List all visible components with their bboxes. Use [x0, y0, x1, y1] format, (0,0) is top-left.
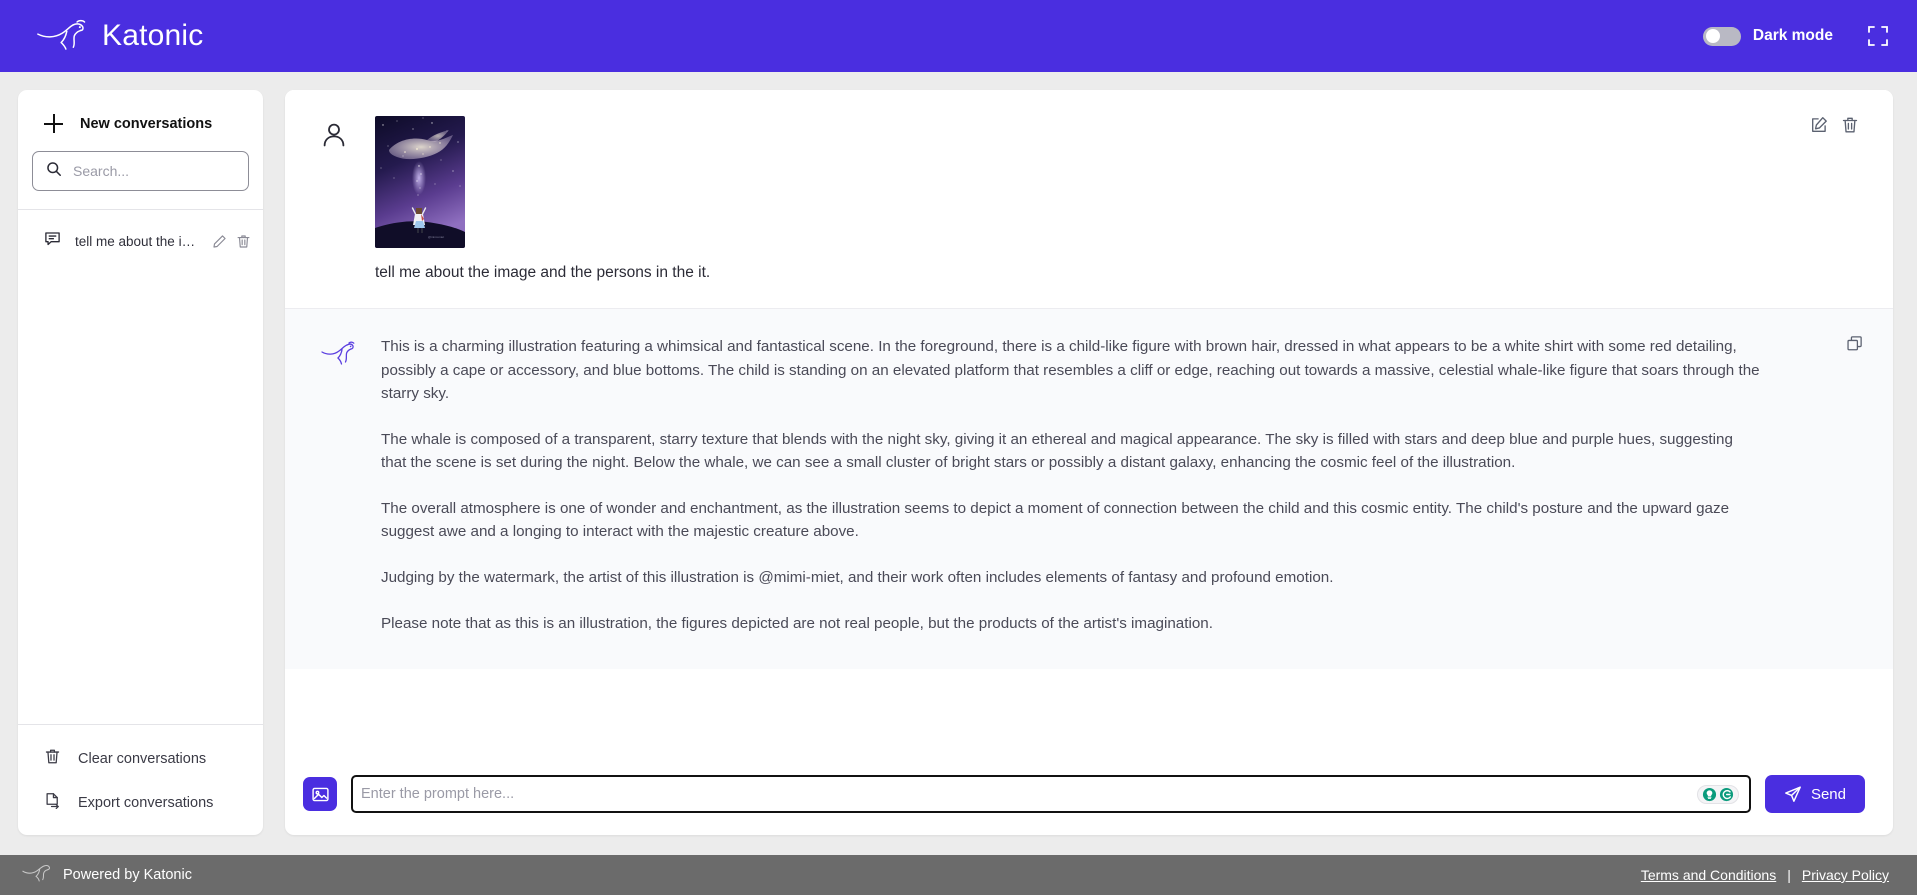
attached-image[interactable]: @mimi-miet [375, 116, 465, 248]
app-footer: Powered by Katonic Terms and Conditions … [0, 855, 1917, 895]
file-export-icon [44, 792, 61, 814]
new-conversation-button[interactable]: New conversations [18, 90, 263, 151]
brand-name: Katonic [102, 19, 204, 52]
footer-separator: | [1787, 867, 1791, 883]
export-conversations-button[interactable]: Export conversations [18, 781, 263, 825]
paper-plane-icon [1785, 786, 1801, 802]
edit-icon[interactable] [1810, 116, 1828, 134]
send-label: Send [1810, 785, 1846, 803]
trash-icon [44, 748, 61, 770]
sidebar: New conversations Search... tell me abou… [18, 90, 263, 835]
user-message-actions [1810, 116, 1859, 134]
composer: Send [285, 761, 1893, 835]
search-icon [46, 161, 62, 182]
prompt-input[interactable] [359, 786, 1697, 802]
user-message: @mimi-miet tell me about the image and t… [285, 90, 1893, 309]
fullscreen-expand-icon[interactable] [1867, 25, 1889, 47]
body-area: New conversations Search... tell me abou… [0, 72, 1917, 855]
katonic-kangaroo-icon [321, 335, 355, 639]
kangaroo-logo-icon [22, 864, 52, 887]
assistant-message-body: This is a charming illustration featurin… [381, 335, 1761, 639]
chat-bubble-icon [44, 230, 61, 252]
search-box[interactable] [32, 151, 249, 191]
user-avatar-icon [321, 116, 347, 282]
toggle-knob [1705, 29, 1720, 43]
assistant-paragraph: The whale is composed of a transparent, … [381, 430, 1733, 472]
assistant-paragraph: The overall atmosphere is one of wonder … [381, 499, 1730, 541]
export-conversations-label: Export conversations [78, 795, 214, 811]
grammarly-g-icon[interactable] [1719, 787, 1734, 802]
assistant-message: This is a charming illustration featurin… [285, 309, 1893, 669]
writing-assistant-badges[interactable] [1696, 784, 1739, 804]
new-conversation-label: New conversations [80, 115, 213, 132]
trash-icon[interactable] [1841, 116, 1859, 134]
prompt-box[interactable] [351, 775, 1751, 813]
app-root: Katonic Dark mode New conversations Sear… [0, 0, 1917, 895]
copy-icon[interactable] [1846, 335, 1863, 357]
assistant-paragraph: Judging by the watermark, the artist of … [381, 568, 1334, 586]
privacy-policy-link[interactable]: Privacy Policy [1802, 867, 1889, 883]
footer-links: Terms and Conditions | Privacy Policy [1641, 867, 1889, 883]
send-button[interactable]: Send [1764, 775, 1865, 813]
sidebar-footer: Clear conversations Export conversations [18, 724, 263, 831]
clear-conversations-label: Clear conversations [78, 751, 207, 767]
kangaroo-logo-icon [36, 19, 92, 53]
assistant-paragraph: Please note that as this is an illustrat… [381, 614, 1213, 632]
svg-text:@mimi-miet: @mimi-miet [428, 235, 444, 239]
conversation-actions [212, 234, 251, 249]
message-thread: @mimi-miet tell me about the image and t… [285, 90, 1893, 761]
dark-mode-label: Dark mode [1752, 27, 1833, 44]
assistant-paragraph: This is a charming illustration featurin… [381, 338, 1760, 403]
dark-mode-toggle[interactable] [1702, 26, 1741, 46]
edit-icon[interactable] [212, 234, 227, 249]
conversation-title: tell me about the image… [75, 233, 198, 249]
list-item[interactable]: tell me about the image… [18, 223, 263, 259]
trash-icon[interactable] [236, 234, 251, 249]
search-input[interactable] [73, 163, 235, 179]
conversation-list: tell me about the image… [18, 209, 263, 724]
brand[interactable]: Katonic [36, 19, 203, 53]
user-message-body: @mimi-miet tell me about the image and t… [375, 116, 1853, 282]
app-header: Katonic Dark mode [0, 0, 1917, 72]
footer-brand: Powered by Katonic [22, 864, 192, 887]
terms-and-conditions-link[interactable]: Terms and Conditions [1641, 867, 1776, 883]
main-panel: @mimi-miet tell me about the image and t… [285, 90, 1893, 835]
user-message-text: tell me about the image and the persons … [375, 264, 711, 281]
header-controls: Dark mode [1702, 25, 1889, 47]
plus-icon [44, 114, 63, 133]
dark-mode-control[interactable]: Dark mode [1702, 26, 1833, 46]
powered-by-label: Powered by Katonic [63, 867, 192, 883]
clear-conversations-button[interactable]: Clear conversations [18, 737, 263, 781]
lightbulb-icon[interactable] [1702, 787, 1717, 802]
image-upload-button[interactable] [303, 777, 337, 811]
